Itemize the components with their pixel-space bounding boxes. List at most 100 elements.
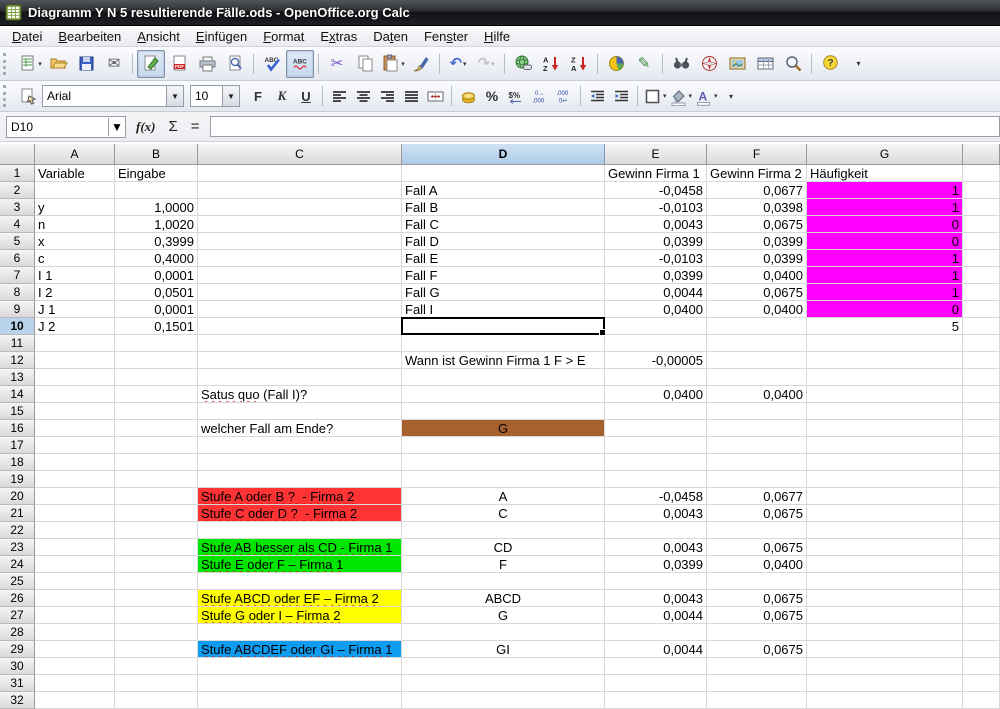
cell-G7[interactable]: 1 [807, 267, 963, 284]
cell-B1[interactable]: Eingabe [115, 165, 198, 182]
help-button[interactable]: ? [816, 50, 844, 78]
cell-F7[interactable]: 0,0400 [707, 267, 807, 284]
cell-E12[interactable]: -0,00005 [605, 352, 707, 369]
cell-D32[interactable] [402, 692, 605, 709]
cell-B4[interactable]: 1,0020 [115, 216, 198, 233]
menu-datei[interactable]: Datei [4, 28, 50, 45]
cell-D31[interactable] [402, 675, 605, 692]
cell-C8[interactable] [198, 284, 402, 301]
cell-X28[interactable] [963, 624, 1000, 641]
cell-E8[interactable]: 0,0044 [605, 284, 707, 301]
cell-A28[interactable] [35, 624, 115, 641]
cell-G27[interactable] [807, 607, 963, 624]
cell-C12[interactable] [198, 352, 402, 369]
cell-F17[interactable] [707, 437, 807, 454]
cell-D8[interactable]: Fall G [402, 284, 605, 301]
cell-A13[interactable] [35, 369, 115, 386]
cell-A26[interactable] [35, 590, 115, 607]
cell-A7[interactable]: I 1 [35, 267, 115, 284]
cell-B32[interactable] [115, 692, 198, 709]
cell-D19[interactable] [402, 471, 605, 488]
copy-button[interactable] [351, 50, 379, 78]
cell-F10[interactable] [707, 318, 807, 335]
cell-B18[interactable] [115, 454, 198, 471]
increase-indent-button[interactable] [609, 84, 633, 108]
cell-B26[interactable] [115, 590, 198, 607]
cell-C31[interactable] [198, 675, 402, 692]
row-header-29[interactable]: 29 [0, 641, 35, 658]
col-header-G[interactable]: G [807, 144, 963, 165]
cell-X29[interactable] [963, 641, 1000, 658]
menu-extras[interactable]: Extras [312, 28, 365, 45]
row-header-9[interactable]: 9 [0, 301, 35, 318]
cell-D5[interactable]: Fall D [402, 233, 605, 250]
cell-E16[interactable] [605, 420, 707, 437]
cell-E23[interactable]: 0,0043 [605, 539, 707, 556]
cell-C22[interactable] [198, 522, 402, 539]
cell-B25[interactable] [115, 573, 198, 590]
cell-F20[interactable]: 0,0677 [707, 488, 807, 505]
col-header-B[interactable]: B [115, 144, 198, 165]
cell-C15[interactable] [198, 403, 402, 420]
cell-G15[interactable] [807, 403, 963, 420]
decrease-indent-button[interactable] [585, 84, 609, 108]
row-header-13[interactable]: 13 [0, 369, 35, 386]
cell-E14[interactable]: 0,0400 [605, 386, 707, 403]
cell-C6[interactable] [198, 250, 402, 267]
chart-button[interactable] [602, 50, 630, 78]
menu-ansicht[interactable]: Ansicht [129, 28, 188, 45]
cell-A30[interactable] [35, 658, 115, 675]
row-header-22[interactable]: 22 [0, 522, 35, 539]
cell-E7[interactable]: 0,0399 [605, 267, 707, 284]
cell-X19[interactable] [963, 471, 1000, 488]
dropdown-arrow-icon[interactable]: ▾ [714, 92, 718, 100]
cell-C32[interactable] [198, 692, 402, 709]
cell-B10[interactable]: 0,1501 [115, 318, 198, 335]
row-header-20[interactable]: 20 [0, 488, 35, 505]
cell-X12[interactable] [963, 352, 1000, 369]
row-header-12[interactable]: 12 [0, 352, 35, 369]
row-header-27[interactable]: 27 [0, 607, 35, 624]
dropdown-arrow-icon[interactable]: ▾ [463, 60, 467, 68]
cell-D3[interactable]: Fall B [402, 199, 605, 216]
cell-C10[interactable] [198, 318, 402, 335]
cell-G10[interactable]: 5 [807, 318, 963, 335]
cell-B6[interactable]: 0,4000 [115, 250, 198, 267]
cell-F27[interactable]: 0,0675 [707, 607, 807, 624]
gallery-button[interactable] [723, 50, 751, 78]
cell-B5[interactable]: 0,3999 [115, 233, 198, 250]
cell-G32[interactable] [807, 692, 963, 709]
align-center-button[interactable] [351, 84, 375, 108]
cell-F5[interactable]: 0,0399 [707, 233, 807, 250]
cell-B27[interactable] [115, 607, 198, 624]
row-header-1[interactable]: 1 [0, 165, 35, 182]
cell-G18[interactable] [807, 454, 963, 471]
add-decimal-button[interactable]: 0→.000 [528, 84, 552, 108]
cell-G25[interactable] [807, 573, 963, 590]
cell-X23[interactable] [963, 539, 1000, 556]
percent-format-button[interactable]: % [480, 84, 504, 108]
email-button[interactable]: ✉ [100, 50, 128, 78]
borders-button[interactable]: ▾ [642, 84, 668, 108]
cell-G17[interactable] [807, 437, 963, 454]
row-header-3[interactable]: 3 [0, 199, 35, 216]
cell-E20[interactable]: -0,0458 [605, 488, 707, 505]
cell-X8[interactable] [963, 284, 1000, 301]
cell-B15[interactable] [115, 403, 198, 420]
sum-button[interactable]: Σ [166, 118, 181, 135]
name-box[interactable]: D10 ▼ [6, 116, 126, 138]
cell-D13[interactable] [402, 369, 605, 386]
cell-C13[interactable] [198, 369, 402, 386]
cell-F15[interactable] [707, 403, 807, 420]
cell-X9[interactable] [963, 301, 1000, 318]
edit-mode-button[interactable] [137, 50, 165, 78]
row-header-18[interactable]: 18 [0, 454, 35, 471]
cell-G20[interactable] [807, 488, 963, 505]
cell-F21[interactable]: 0,0675 [707, 505, 807, 522]
font-name-combo[interactable]: Arial▼ [42, 85, 184, 107]
cell-G6[interactable]: 1 [807, 250, 963, 267]
cell-X2[interactable] [963, 182, 1000, 199]
navigator-button[interactable] [695, 50, 723, 78]
cell-F24[interactable]: 0,0400 [707, 556, 807, 573]
row-header-21[interactable]: 21 [0, 505, 35, 522]
